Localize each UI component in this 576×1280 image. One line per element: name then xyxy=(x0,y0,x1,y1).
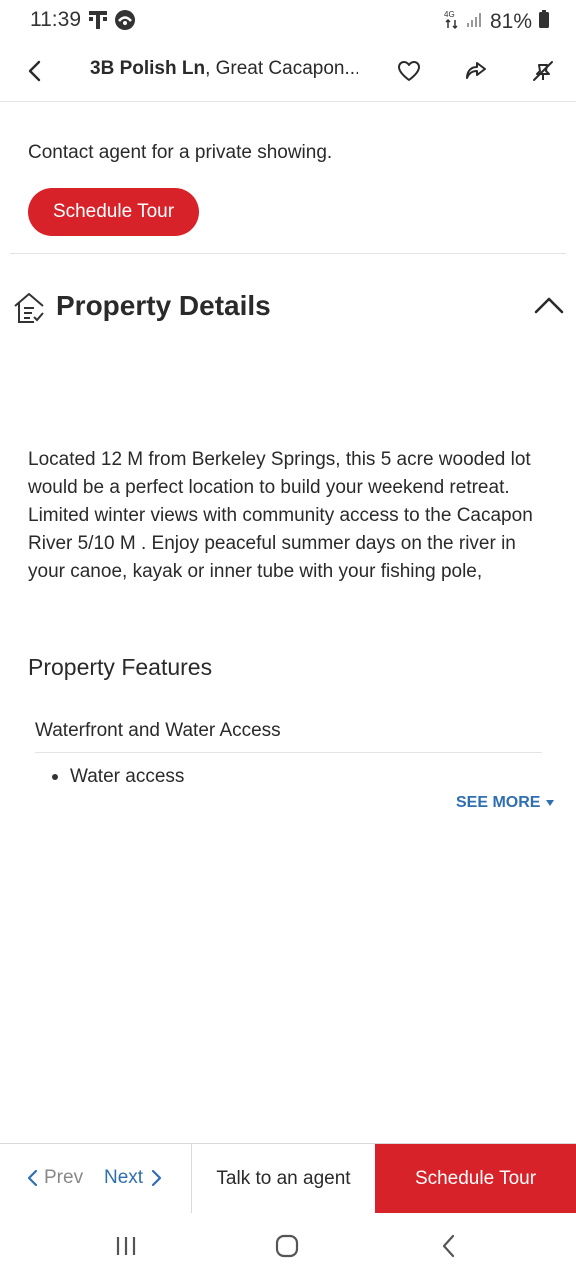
next-listing-button[interactable]: Next xyxy=(104,1167,163,1189)
address-street: 3B Polish Ln xyxy=(90,58,206,79)
feature-group-title: Waterfront and Water Access xyxy=(35,720,281,741)
heart-icon xyxy=(398,61,420,81)
chevron-up-icon xyxy=(534,297,564,314)
hide-icon xyxy=(533,61,553,81)
home-icon xyxy=(275,1234,299,1258)
battery-percent: 81% xyxy=(489,10,532,33)
status-system-icons: 4G 81% xyxy=(444,8,550,36)
next-label: Next xyxy=(104,1167,144,1188)
hide-listing-button[interactable] xyxy=(526,54,560,88)
section-divider xyxy=(10,253,566,254)
listing-address-title: 3B Polish Ln, Great Cacapon... xyxy=(90,58,358,80)
signal-icon xyxy=(466,10,484,34)
bullet-icon xyxy=(52,774,58,780)
schedule-tour-bar-button[interactable]: Schedule Tour xyxy=(375,1144,576,1214)
t-mobile-icon xyxy=(88,9,108,36)
feature-list-item: Water access xyxy=(52,766,184,788)
recents-button[interactable] xyxy=(106,1231,146,1261)
listing-header: 3B Polish Ln, Great Cacapon... xyxy=(0,42,576,102)
recents-icon xyxy=(116,1237,136,1255)
schedule-tour-button[interactable]: Schedule Tour xyxy=(28,188,199,236)
property-description: Located 12 M from Berkeley Springs, this… xyxy=(28,449,533,582)
prev-listing-button[interactable]: Prev xyxy=(26,1167,83,1189)
house-list-icon xyxy=(12,290,46,326)
status-bar: 11:39 4G 81% xyxy=(0,0,576,42)
status-time: 11:39 xyxy=(30,8,81,31)
share-button[interactable] xyxy=(459,54,493,88)
feature-item-label: Water access xyxy=(70,766,185,787)
talk-to-agent-button[interactable]: Talk to an agent xyxy=(192,1144,375,1214)
chevron-left-icon xyxy=(27,1169,38,1187)
property-features-heading: Property Features xyxy=(28,654,213,680)
prev-label: Prev xyxy=(44,1167,84,1188)
feature-group-divider xyxy=(35,752,542,753)
see-more-link[interactable]: SEE MORE xyxy=(456,794,555,812)
favorite-button[interactable] xyxy=(392,54,426,88)
triangle-down-icon xyxy=(546,800,555,806)
game-icon xyxy=(114,9,136,36)
svg-text:4G: 4G xyxy=(444,10,455,19)
back-icon xyxy=(28,60,41,82)
data-icon: 4G xyxy=(444,8,460,36)
back-nav-icon xyxy=(442,1234,455,1258)
share-icon xyxy=(466,62,486,79)
battery-icon xyxy=(538,9,550,35)
back-button[interactable] xyxy=(18,54,52,88)
home-button[interactable] xyxy=(267,1231,307,1261)
system-back-button[interactable] xyxy=(429,1231,469,1261)
bottom-action-bar: Prev Next Talk to an agent Schedule Tour xyxy=(0,1143,576,1214)
see-more-label: SEE MORE xyxy=(456,794,541,811)
status-notification-icons xyxy=(88,9,136,36)
system-nav-bar xyxy=(0,1213,576,1280)
property-details-heading: Property Details xyxy=(56,290,271,321)
chevron-right-icon xyxy=(151,1169,162,1187)
collapse-section-button[interactable] xyxy=(532,292,566,318)
address-city: , Great Cacapon... xyxy=(205,58,358,79)
contact-agent-text: Contact agent for a private showing. xyxy=(28,142,333,163)
